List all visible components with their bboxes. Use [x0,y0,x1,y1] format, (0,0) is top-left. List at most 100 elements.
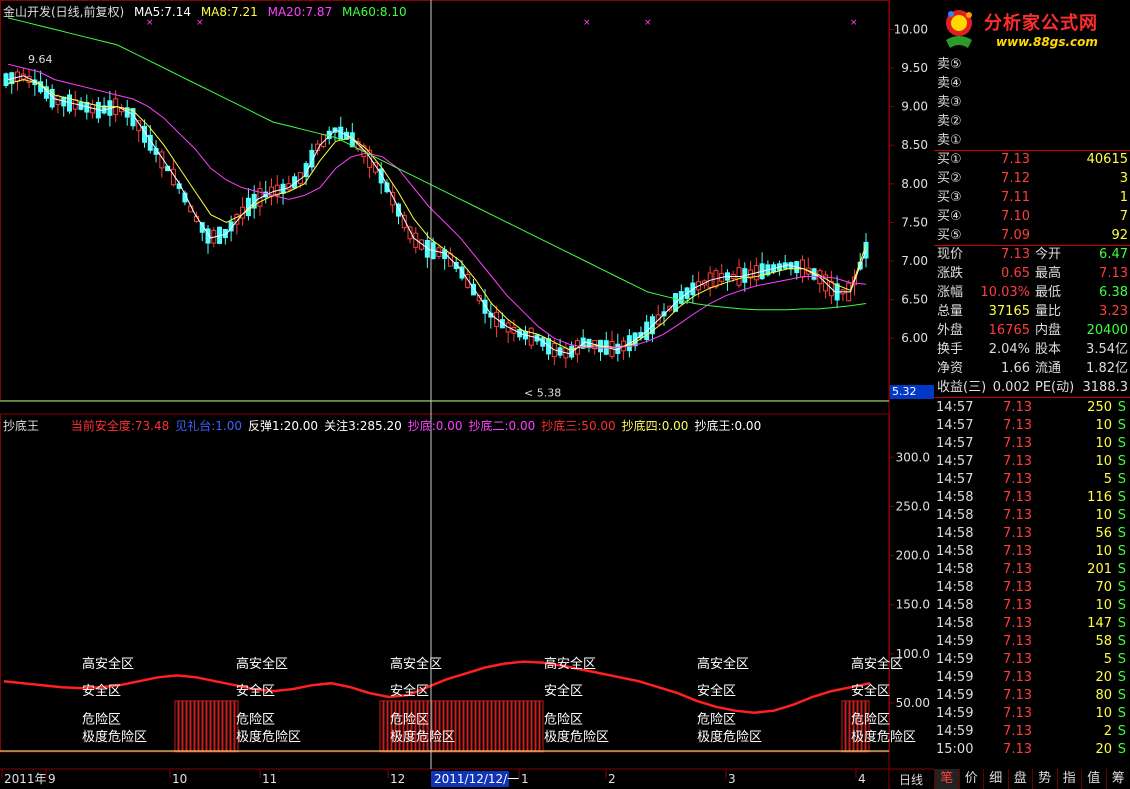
zone-label: 危险区 [544,713,583,728]
tick-time: 14:58 [936,490,974,505]
zone-label: 安全区 [236,683,275,699]
price-axis-label: 9.00 [901,100,928,114]
signal-bar [214,700,219,753]
kline-chart[interactable]: 高安全区安全区危险区极度危险区 高安全区安全区危险区极度危险区 高安全区安全区危险区… [0,0,934,789]
tick-time: 14:58 [936,544,974,559]
tab-5[interactable]: 指 [1056,769,1082,789]
tab-4[interactable]: 势 [1032,769,1057,789]
tick-row: 14:58 7.13 147 S [934,615,1130,633]
tick-volume: 147 [1087,616,1112,631]
signal-bar [511,700,516,753]
indicator-axis-label: 100.0 [896,647,930,661]
date-axis-label: 2 [608,772,616,786]
quote-label: 收益(三) [937,380,987,395]
tick-side: S [1117,490,1126,505]
price-axis-label: 6.00 [901,331,928,345]
zone-label: 极度危险区 [544,729,609,745]
quote-label: 总量 [937,304,964,319]
tick-row: 14:57 7.13 250 S [934,399,1130,417]
tick-side: S [1117,598,1126,613]
quote-value: 3.23 [1099,304,1128,319]
buy-label: 买① [937,152,962,167]
tick-price: 7.13 [1003,616,1032,631]
indicator-axis-label: 250.0 [896,499,930,513]
zone-label: 极度危险区 [236,729,301,745]
date-axis-label: 2011年 [4,772,47,786]
signal-bar [471,700,476,753]
logo-url: www.88gs.com [996,35,1098,49]
date-axis-label: 4 [858,772,866,786]
signal-bar [186,700,191,753]
buy-volume: 3 [1119,171,1128,186]
logo: 分析家公式网 www.88gs.com [934,0,1130,56]
quote-label: 股本 [1035,342,1062,357]
indicator-axis-label: 200.0 [896,549,930,563]
quote-label: PE(动) [1035,380,1075,395]
ma20-label: MA20:7.87 [267,5,333,19]
tick-side: S [1117,418,1126,433]
tick-volume: 70 [1095,580,1112,595]
tab-1[interactable]: 价 [958,769,984,789]
date-axis-label: 1 [521,772,529,786]
zone-label: 危险区 [851,713,890,728]
quote-value: 7.13 [1099,266,1128,281]
quote-value: 37165 [988,304,1030,319]
signal-bar [535,700,540,753]
date-axis-label: 12 [390,772,405,786]
tick-volume: 58 [1095,634,1112,649]
tick-time: 14:58 [936,580,974,595]
ma-line-ma60 [7,17,867,311]
zone-label: 极度危险区 [851,729,916,745]
ma5-label: MA5:7.14 [134,5,191,19]
quote-row: 净资 1.66 流通 1.82亿 [934,360,1130,378]
buy-level: 买④ 7.10 7 [934,208,1130,226]
signal-bar [467,700,472,753]
tick-price: 7.13 [1003,652,1032,667]
price-axis-label: 9.50 [901,61,928,75]
zone-label: 高安全区 [82,656,134,672]
buy-level: 买③ 7.11 1 [934,189,1130,207]
tab-2[interactable]: 细 [983,769,1008,789]
tab-6[interactable]: 值 [1081,769,1106,789]
tick-time: 14:58 [936,562,974,577]
logo-icon [946,10,972,48]
quote-label: 最高 [1035,266,1062,281]
tab-7[interactable]: 筹 [1105,769,1130,789]
quote-value: 20400 [1086,323,1128,338]
quote-row: 涨跌 0.65 最高 7.13 [934,265,1130,283]
indicator-value: 反弹1:20.00 [248,419,319,433]
tick-volume: 116 [1087,490,1112,505]
tick-row: 14:57 7.13 5 S [934,471,1130,489]
tick-row: 14:58 7.13 201 S [934,561,1130,579]
indicator-value: 当前安全度:73.48 [70,419,170,433]
quote-label: 量比 [1035,304,1062,319]
tick-time: 14:58 [936,616,974,631]
indicator-value: 抄底:0.00 [407,419,463,433]
tick-time: 14:58 [936,526,974,541]
tick-volume: 10 [1095,454,1112,469]
sell-level: 卖① [934,132,1130,150]
period-button[interactable]: 日线 [890,771,932,788]
tick-price: 7.13 [1003,742,1032,757]
quote-value: 0.65 [1001,266,1030,281]
zone-label: 危险区 [236,713,275,728]
signal-bar [178,700,183,753]
signal-bar [499,700,504,753]
tick-volume: 201 [1087,562,1112,577]
date-axis-label: 3 [728,772,736,786]
signal-bar [455,700,460,753]
signal-bar [539,700,544,753]
signal-bar [218,700,223,753]
signal-bar [487,700,492,753]
tick-row: 14:59 7.13 5 S [934,651,1130,669]
quote-value: 0.002 [992,380,1030,395]
quote-label: 流通 [1035,361,1062,376]
tick-volume: 56 [1095,526,1112,541]
zone-label: 危险区 [82,713,121,728]
cursor-date-label: 2011/12/12/一 [434,772,519,786]
quote-label: 涨跌 [937,266,964,281]
tab-0[interactable]: 笔 [934,769,959,789]
tick-row: 14:57 7.13 10 S [934,417,1130,435]
buy-level: 买② 7.12 3 [934,170,1130,188]
tab-3[interactable]: 盘 [1007,769,1033,789]
